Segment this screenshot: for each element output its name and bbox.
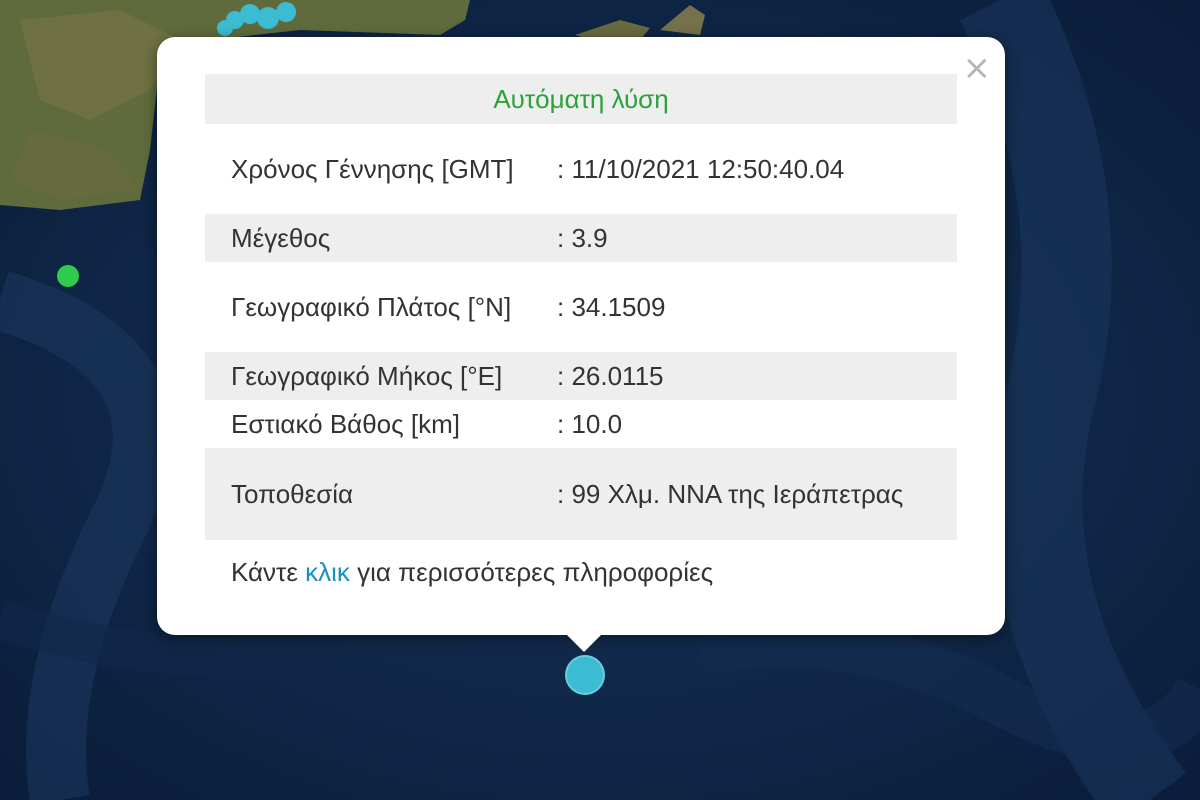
longitude-value: : 26.0115 bbox=[543, 352, 957, 400]
table-row: Τοποθεσία : 99 Χλμ. ΝΝΑ της Ιεράπετρας bbox=[205, 448, 957, 540]
table-row: Μέγεθος : 3.9 bbox=[205, 214, 957, 262]
event-marker-selected[interactable] bbox=[565, 655, 605, 695]
depth-value: : 10.0 bbox=[557, 408, 623, 439]
table-row: Γεωγραφικό Μήκος [°E] : 26.0115 bbox=[205, 352, 957, 400]
origin-time-value: : 11/10/2021 12:50:40.04 bbox=[557, 153, 845, 184]
event-popup: × Αυτόματη λύση Χρόνος Γέννησης [GMT] : … bbox=[157, 37, 1005, 635]
table-row: Γεωγραφικό Πλάτος [°N] : 34.1509 bbox=[205, 262, 957, 352]
origin-time-label: Χρόνος Γέννησης [GMT] bbox=[231, 153, 514, 184]
popup-title-row: Αυτόματη λύση bbox=[205, 74, 957, 124]
event-marker-green[interactable] bbox=[57, 265, 79, 287]
popup-footer: Κάντε κλικ για περισσότερες πληροφορίες bbox=[231, 557, 713, 588]
event-info-table: Αυτόματη λύση Χρόνος Γέννησης [GMT] : 11… bbox=[205, 74, 957, 540]
footer-text-before: Κάντε bbox=[231, 557, 306, 587]
latitude-value: : 34.1509 bbox=[557, 291, 666, 322]
location-value: : 99 Χλμ. ΝΝΑ της Ιεράπετρας bbox=[543, 448, 957, 540]
close-icon[interactable]: × bbox=[963, 51, 992, 85]
footer-text-after: για περισσότερες πληροφορίες bbox=[349, 557, 714, 587]
more-info-link[interactable]: κλικ bbox=[305, 557, 350, 587]
latitude-label: Γεωγραφικό Πλάτος [°N] bbox=[231, 291, 512, 322]
table-row: Χρόνος Γέννησης [GMT] : 11/10/2021 12:50… bbox=[205, 124, 957, 214]
table-row: Εστιακό Βάθος [km] : 10.0 bbox=[205, 400, 957, 448]
longitude-label: Γεωγραφικό Μήκος [°E] bbox=[205, 352, 543, 400]
location-label: Τοποθεσία bbox=[205, 448, 543, 540]
popup-tip bbox=[562, 630, 606, 652]
magnitude-label: Μέγεθος bbox=[205, 214, 543, 262]
magnitude-value: : 3.9 bbox=[543, 214, 957, 262]
popup-title: Αυτόματη λύση bbox=[205, 74, 957, 124]
depth-label: Εστιακό Βάθος [km] bbox=[231, 408, 460, 439]
